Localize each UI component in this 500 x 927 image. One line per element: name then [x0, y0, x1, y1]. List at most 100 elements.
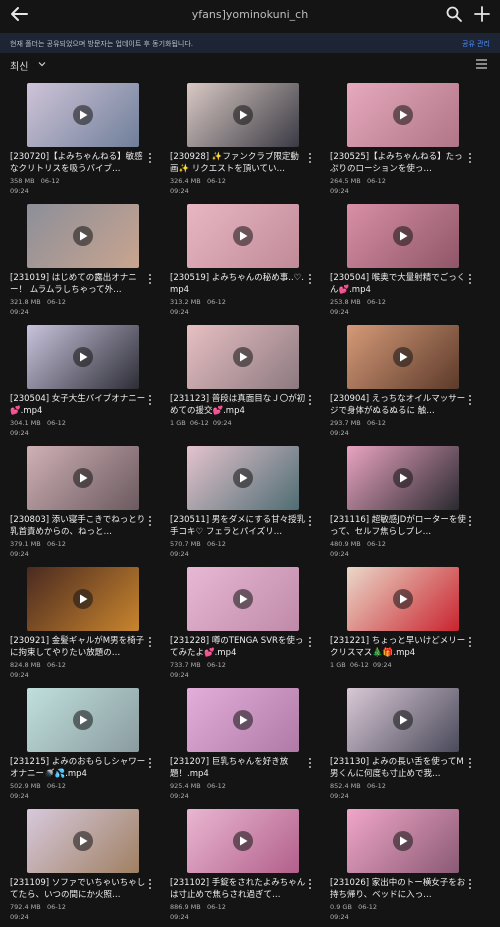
back-arrow-icon[interactable]	[10, 6, 28, 22]
play-icon[interactable]	[73, 710, 93, 730]
file-date: 06-12	[46, 903, 66, 911]
play-icon[interactable]	[73, 589, 93, 609]
manage-share-link[interactable]: 공유 관리	[462, 39, 490, 49]
video-thumbnail[interactable]	[27, 325, 139, 389]
file-card[interactable]: [231228] 噂のTENGA SVRを使ってみたよ💕.mp4 733.7 M…	[170, 564, 330, 685]
video-thumbnail[interactable]	[347, 204, 459, 268]
file-size: 313.2 MB	[170, 298, 201, 306]
play-icon[interactable]	[233, 105, 253, 125]
more-options-icon[interactable]	[308, 516, 312, 526]
video-thumbnail[interactable]	[187, 567, 299, 631]
file-card[interactable]: [231207] 巨乳ちゃんを好き放題！.mp4 925.4 MB 06-12 …	[170, 685, 330, 806]
video-thumbnail[interactable]	[187, 204, 299, 268]
plus-icon[interactable]	[474, 6, 490, 22]
video-thumbnail[interactable]	[187, 446, 299, 510]
file-card[interactable]: [231215] よみのおもらしシャワーオナニー🚿💦.mp4 502.9 MB …	[10, 685, 170, 806]
more-options-icon[interactable]	[308, 879, 312, 889]
more-options-icon[interactable]	[468, 637, 472, 647]
more-options-icon[interactable]	[468, 274, 472, 284]
file-card[interactable]: [230720]【よみちゃんねる】敏感なクリトリスを吸うバイブ… 358 MB …	[10, 80, 170, 201]
more-options-icon[interactable]	[468, 516, 472, 526]
file-card[interactable]: [231026] 家出中のトー横女子をお持ち帰り、ベッドに入っ… 0.9 GB …	[330, 806, 490, 927]
file-size: 480.9 MB	[330, 540, 361, 548]
file-card[interactable]: [231221] ちょっと早いけどメリークリスマス🎄🎁.mp4 1 GB 06-…	[330, 564, 490, 685]
file-time: 09:24	[372, 661, 392, 669]
more-options-icon[interactable]	[148, 879, 152, 889]
video-thumbnail[interactable]	[347, 325, 459, 389]
file-size: 824.8 MB	[10, 661, 41, 669]
play-icon[interactable]	[233, 468, 253, 488]
play-icon[interactable]	[393, 468, 413, 488]
more-options-icon[interactable]	[308, 274, 312, 284]
more-options-icon[interactable]	[468, 879, 472, 889]
video-thumbnail[interactable]	[347, 809, 459, 873]
video-thumbnail[interactable]	[27, 809, 139, 873]
play-icon[interactable]	[233, 226, 253, 246]
more-options-icon[interactable]	[468, 153, 472, 163]
video-thumbnail[interactable]	[187, 809, 299, 873]
file-card[interactable]: [230504] 女子大生バイブオナニー💕.mp4 304.1 MB 06-12…	[10, 322, 170, 443]
video-thumbnail[interactable]	[347, 446, 459, 510]
file-card[interactable]: [230504] 喉奥で大量射精でごっくん💕.mp4 253.8 MB 06-1…	[330, 201, 490, 322]
play-icon[interactable]	[233, 347, 253, 367]
video-thumbnail[interactable]	[187, 688, 299, 752]
file-card[interactable]: [230519] よみちゃんの秘め事..♡.mp4 313.2 MB 06-12…	[170, 201, 330, 322]
play-icon[interactable]	[393, 589, 413, 609]
play-icon[interactable]	[393, 226, 413, 246]
play-icon[interactable]	[393, 831, 413, 851]
play-icon[interactable]	[393, 347, 413, 367]
play-icon[interactable]	[393, 710, 413, 730]
more-options-icon[interactable]	[308, 758, 312, 768]
file-card[interactable]: [231130] よみの長い舌を使ってM男くんに何度も寸止めで我… 852.4 …	[330, 685, 490, 806]
file-card[interactable]: [230803] 添い寝手こきでねっとり乳首責めからの、ねっと… 379.1 M…	[10, 443, 170, 564]
more-options-icon[interactable]	[468, 758, 472, 768]
play-icon[interactable]	[73, 347, 93, 367]
video-thumbnail[interactable]	[27, 204, 139, 268]
video-thumbnail[interactable]	[347, 567, 459, 631]
more-options-icon[interactable]	[308, 637, 312, 647]
play-icon[interactable]	[73, 226, 93, 246]
file-size: 293.7 MB	[330, 419, 361, 427]
video-thumbnail[interactable]	[27, 446, 139, 510]
play-icon[interactable]	[233, 589, 253, 609]
video-thumbnail[interactable]	[347, 688, 459, 752]
play-icon[interactable]	[73, 468, 93, 488]
play-icon[interactable]	[233, 710, 253, 730]
play-icon[interactable]	[233, 831, 253, 851]
video-thumbnail[interactable]	[187, 83, 299, 147]
file-date: 06-12	[206, 782, 226, 790]
video-thumbnail[interactable]	[27, 83, 139, 147]
more-options-icon[interactable]	[308, 153, 312, 163]
file-card[interactable]: [230928] ✨ファンクラブ限定動画✨ リクエストを頂いてい… 326.4 …	[170, 80, 330, 201]
more-options-icon[interactable]	[148, 274, 152, 284]
more-options-icon[interactable]	[148, 153, 152, 163]
video-thumbnail[interactable]	[187, 325, 299, 389]
play-icon[interactable]	[73, 105, 93, 125]
file-card[interactable]: [230525]【よみちゃんねる】たっぷりのローションを使っ… 264.5 MB…	[330, 80, 490, 201]
video-thumbnail[interactable]	[27, 567, 139, 631]
file-card[interactable]: [231019] はじめての露出オナニー！ ムラムラしちゃって外… 321.8 …	[10, 201, 170, 322]
file-card[interactable]: [230904] えっちなオイルマッサージで身体がぬるぬるに 触… 293.7 …	[330, 322, 490, 443]
more-options-icon[interactable]	[468, 395, 472, 405]
file-card[interactable]: [231123] 普段は真面目なＪ〇が初めての援交💕.mp4 1 GB 06-1…	[170, 322, 330, 443]
search-icon[interactable]	[446, 6, 462, 22]
sort-dropdown[interactable]: 최신	[10, 58, 28, 73]
file-card[interactable]: [231109] ソファでいちゃいちゃしてたら、いつの間にか火照… 792.4 …	[10, 806, 170, 927]
file-card[interactable]: [231116] 超敏感JDがローターを使って、セルフ焦らしプレ… 480.9 …	[330, 443, 490, 564]
more-options-icon[interactable]	[148, 758, 152, 768]
more-options-icon[interactable]	[148, 516, 152, 526]
file-card[interactable]: [230511] 男をダメにする甘々授乳手コキ♡ フェラとパイズリ… 570.7…	[170, 443, 330, 564]
more-options-icon[interactable]	[148, 395, 152, 405]
video-thumbnail[interactable]	[27, 688, 139, 752]
play-icon[interactable]	[393, 105, 413, 125]
file-card[interactable]: [230921] 金髪ギャルがM男を椅子に拘束してやりたい放題の… 824.8 …	[10, 564, 170, 685]
chevron-down-icon[interactable]	[38, 60, 46, 68]
video-thumbnail[interactable]	[347, 83, 459, 147]
more-options-icon[interactable]	[308, 395, 312, 405]
file-card[interactable]: [231102] 手錠をされたよみちゃんは寸止めで焦らされ過ぎて… 886.9 …	[170, 806, 330, 927]
more-options-icon[interactable]	[148, 637, 152, 647]
file-time: 09:24	[10, 913, 29, 921]
list-view-icon[interactable]	[476, 59, 487, 69]
play-icon[interactable]	[73, 831, 93, 851]
file-meta: 293.7 MB 06-12	[330, 419, 386, 427]
